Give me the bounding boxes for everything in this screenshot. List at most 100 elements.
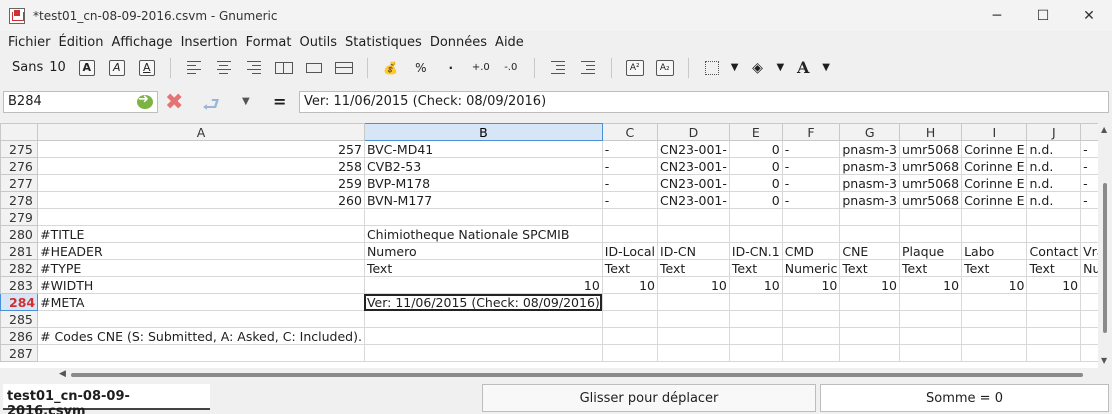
grid-cell[interactable]: Text — [839, 259, 901, 277]
minimize-button[interactable]: ─ — [974, 0, 1020, 31]
grid-cell[interactable] — [657, 310, 730, 328]
grid-cell[interactable]: umr5068 — [899, 157, 963, 175]
grid-cell[interactable]: # Codes CNE (S: Submitted, A: Asked, C: … — [37, 327, 365, 345]
menu-statistiques[interactable]: Statistiques — [341, 35, 426, 50]
font-color-button[interactable]: A — [792, 57, 814, 79]
close-button[interactable]: ✕ — [1066, 0, 1112, 31]
menu-insertion[interactable]: Insertion — [177, 35, 242, 50]
scroll-left-icon[interactable]: ◀ — [59, 369, 66, 379]
menu-donnees[interactable]: Données — [426, 35, 491, 50]
grid-cell[interactable]: Ver: 11/06/2015 (Check: 08/09/2016) — [363, 293, 603, 311]
row-header[interactable]: 276 — [0, 157, 39, 175]
grid-cell[interactable] — [37, 310, 365, 328]
column-header[interactable]: C — [601, 123, 659, 141]
grid-cell[interactable]: Corinne E — [961, 191, 1028, 209]
grid-cell[interactable] — [657, 293, 730, 311]
grid-cell[interactable]: 259 — [37, 174, 365, 192]
menu-outils[interactable]: Outils — [295, 35, 341, 50]
font-name-selector[interactable]: Sans — [12, 60, 43, 75]
grid-cell[interactable] — [1080, 344, 1098, 362]
italic-button[interactable]: A — [106, 57, 128, 79]
grid-cell[interactable]: Labo — [961, 242, 1028, 260]
grid-cell[interactable]: Numero — [363, 242, 603, 260]
grid-cell[interactable]: 260 — [37, 191, 365, 209]
column-header[interactable]: A — [37, 123, 365, 141]
grid-cell[interactable] — [1026, 344, 1082, 362]
grid-cell[interactable]: CVB2-53 — [363, 157, 603, 175]
accept-edit-icon[interactable]: ⮐ — [202, 90, 220, 124]
grid-cell[interactable]: ID-CN — [657, 242, 730, 260]
row-header[interactable]: 277 — [0, 174, 39, 192]
grid-cell[interactable]: - — [1080, 174, 1098, 192]
grid-cell[interactable] — [1026, 225, 1082, 243]
grid-cell[interactable] — [839, 344, 901, 362]
grid-cell[interactable] — [657, 344, 730, 362]
grid-cell[interactable]: 0 — [728, 174, 783, 192]
grid-cell[interactable]: 10 — [728, 276, 783, 294]
grid-cell[interactable] — [363, 310, 603, 328]
grid-cell[interactable]: 0 — [728, 157, 783, 175]
grid-cell[interactable]: CN23-001- — [657, 140, 730, 158]
grid-cell[interactable] — [781, 310, 841, 328]
grid-cell[interactable] — [961, 327, 1028, 345]
grid-cell[interactable]: - — [781, 140, 841, 158]
fill-color-button[interactable]: ◈ — [746, 57, 768, 79]
grid-cell[interactable] — [657, 225, 730, 243]
grid-cell[interactable] — [601, 208, 659, 226]
corner-select-all[interactable] — [0, 123, 39, 141]
grid-cell[interactable]: n.d. — [1026, 174, 1082, 192]
equals-sign[interactable]: = — [273, 92, 286, 111]
grid-cell[interactable]: Chimiotheque Nationale SPCMIB — [363, 225, 603, 243]
grid-cell[interactable] — [899, 310, 963, 328]
grid-cell[interactable] — [781, 208, 841, 226]
cancel-edit-icon[interactable]: ✖ — [165, 90, 183, 115]
subscript-button[interactable]: A₂ — [654, 57, 676, 79]
grid-cell[interactable] — [839, 293, 901, 311]
grid-cell[interactable]: 257 — [37, 140, 365, 158]
grid-cell[interactable] — [961, 293, 1028, 311]
grid-cell[interactable] — [728, 310, 783, 328]
grid-cell[interactable] — [363, 327, 603, 345]
grid-cell[interactable]: CN23-001- — [657, 191, 730, 209]
grid-cell[interactable]: - — [1080, 157, 1098, 175]
grid-cell[interactable] — [363, 208, 603, 226]
grid-cell[interactable] — [781, 327, 841, 345]
maximize-button[interactable]: ☐ — [1020, 0, 1066, 31]
grid-cell[interactable]: Vrac — [1080, 242, 1098, 260]
grid-cell[interactable]: Corinne E — [961, 157, 1028, 175]
grid-cell[interactable]: Text — [899, 259, 963, 277]
grid-cell[interactable]: CN23-001- — [657, 174, 730, 192]
grid-cell[interactable]: - — [781, 157, 841, 175]
grid-cell[interactable] — [363, 344, 603, 362]
column-header[interactable]: E — [728, 123, 783, 141]
grid-cell[interactable] — [961, 225, 1028, 243]
grid-cell[interactable]: Numeric — [781, 259, 841, 277]
grid-cell[interactable]: #TITLE — [37, 225, 365, 243]
grid-cell[interactable] — [657, 327, 730, 345]
column-header[interactable]: H — [899, 123, 963, 141]
column-header[interactable]: I — [961, 123, 1028, 141]
grid-cell[interactable] — [839, 208, 901, 226]
row-header[interactable]: 286 — [0, 327, 39, 345]
grid-cell[interactable] — [601, 344, 659, 362]
horizontal-scroll-thumb[interactable] — [71, 373, 1083, 377]
decrease-indent-button[interactable] — [547, 57, 569, 79]
menu-fichier[interactable]: Fichier — [4, 35, 55, 50]
grid-cell[interactable] — [728, 225, 783, 243]
grid-cell[interactable]: 10 — [781, 276, 841, 294]
grid-cell[interactable]: Corinne E — [961, 140, 1028, 158]
grid-cell[interactable]: - — [601, 157, 659, 175]
column-header[interactable]: D — [657, 123, 730, 141]
grid-cell[interactable]: CNE — [839, 242, 901, 260]
row-header[interactable]: 275 — [0, 140, 39, 158]
grid-cell[interactable]: Text — [601, 259, 659, 277]
menu-aide[interactable]: Aide — [491, 35, 528, 50]
go-to-arrow-icon[interactable] — [137, 92, 153, 109]
grid-cell[interactable]: pnasm-3 — [839, 157, 901, 175]
row-header[interactable]: 283 — [0, 276, 39, 294]
grid-cell[interactable]: Text — [657, 259, 730, 277]
align-left-button[interactable] — [183, 57, 205, 79]
row-header[interactable]: 285 — [0, 310, 39, 328]
grid-cell[interactable] — [1080, 225, 1098, 243]
vertical-scroll-thumb[interactable] — [1103, 183, 1107, 333]
